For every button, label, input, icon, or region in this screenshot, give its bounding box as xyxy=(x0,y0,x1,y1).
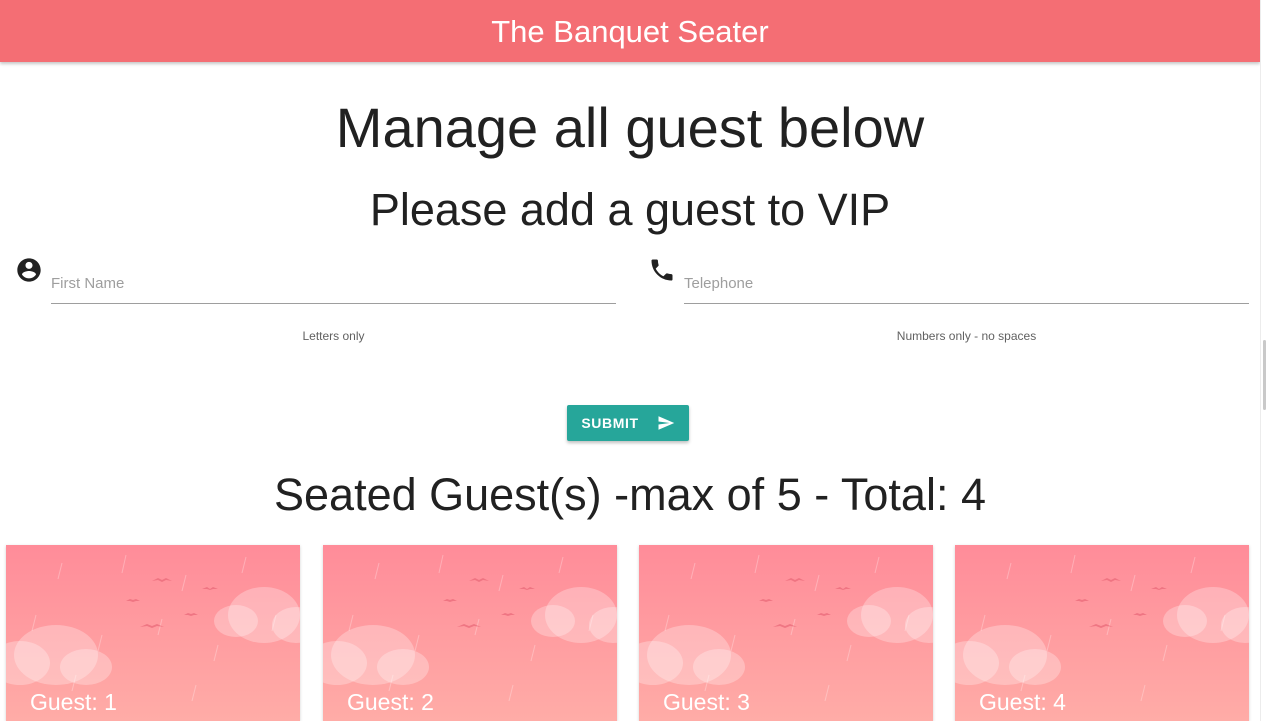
telephone-helper-text: Numbers only - no spaces xyxy=(896,329,1037,343)
telephone-input[interactable] xyxy=(684,264,1249,304)
first-name-helper-text: Letters only xyxy=(302,329,365,343)
guest-card-title: Guest: 3 xyxy=(663,689,750,715)
guest-card[interactable]: Guest: 1 xyxy=(6,545,300,721)
guest-card[interactable]: Guest: 2 xyxy=(323,545,617,721)
app-navbar: The Banquet Seater xyxy=(0,0,1260,62)
submit-button-label: SUBMIT xyxy=(581,415,639,431)
guest-card[interactable]: Guest: 4 xyxy=(955,545,1249,721)
app-title[interactable]: The Banquet Seater xyxy=(491,16,768,47)
guest-card-title: Guest: 4 xyxy=(979,689,1066,715)
first-name-field-wrap xyxy=(51,264,616,304)
telephone-field-wrap xyxy=(684,264,1249,304)
guest-card-title: Guest: 2 xyxy=(347,689,434,715)
send-icon xyxy=(657,414,675,432)
first-name-input[interactable] xyxy=(51,264,616,304)
account-circle-icon xyxy=(15,256,43,284)
guest-card[interactable]: Guest: 3 xyxy=(639,545,933,721)
phone-icon xyxy=(648,256,676,284)
form-heading: Please add a guest to VIP xyxy=(369,184,891,235)
submit-button[interactable]: SUBMIT xyxy=(567,405,689,441)
page-title: Manage all guest below xyxy=(335,96,925,159)
seated-guests-heading: Seated Guest(s) -max of 5 - Total: 4 xyxy=(274,469,986,520)
guest-card-title: Guest: 1 xyxy=(30,689,117,715)
